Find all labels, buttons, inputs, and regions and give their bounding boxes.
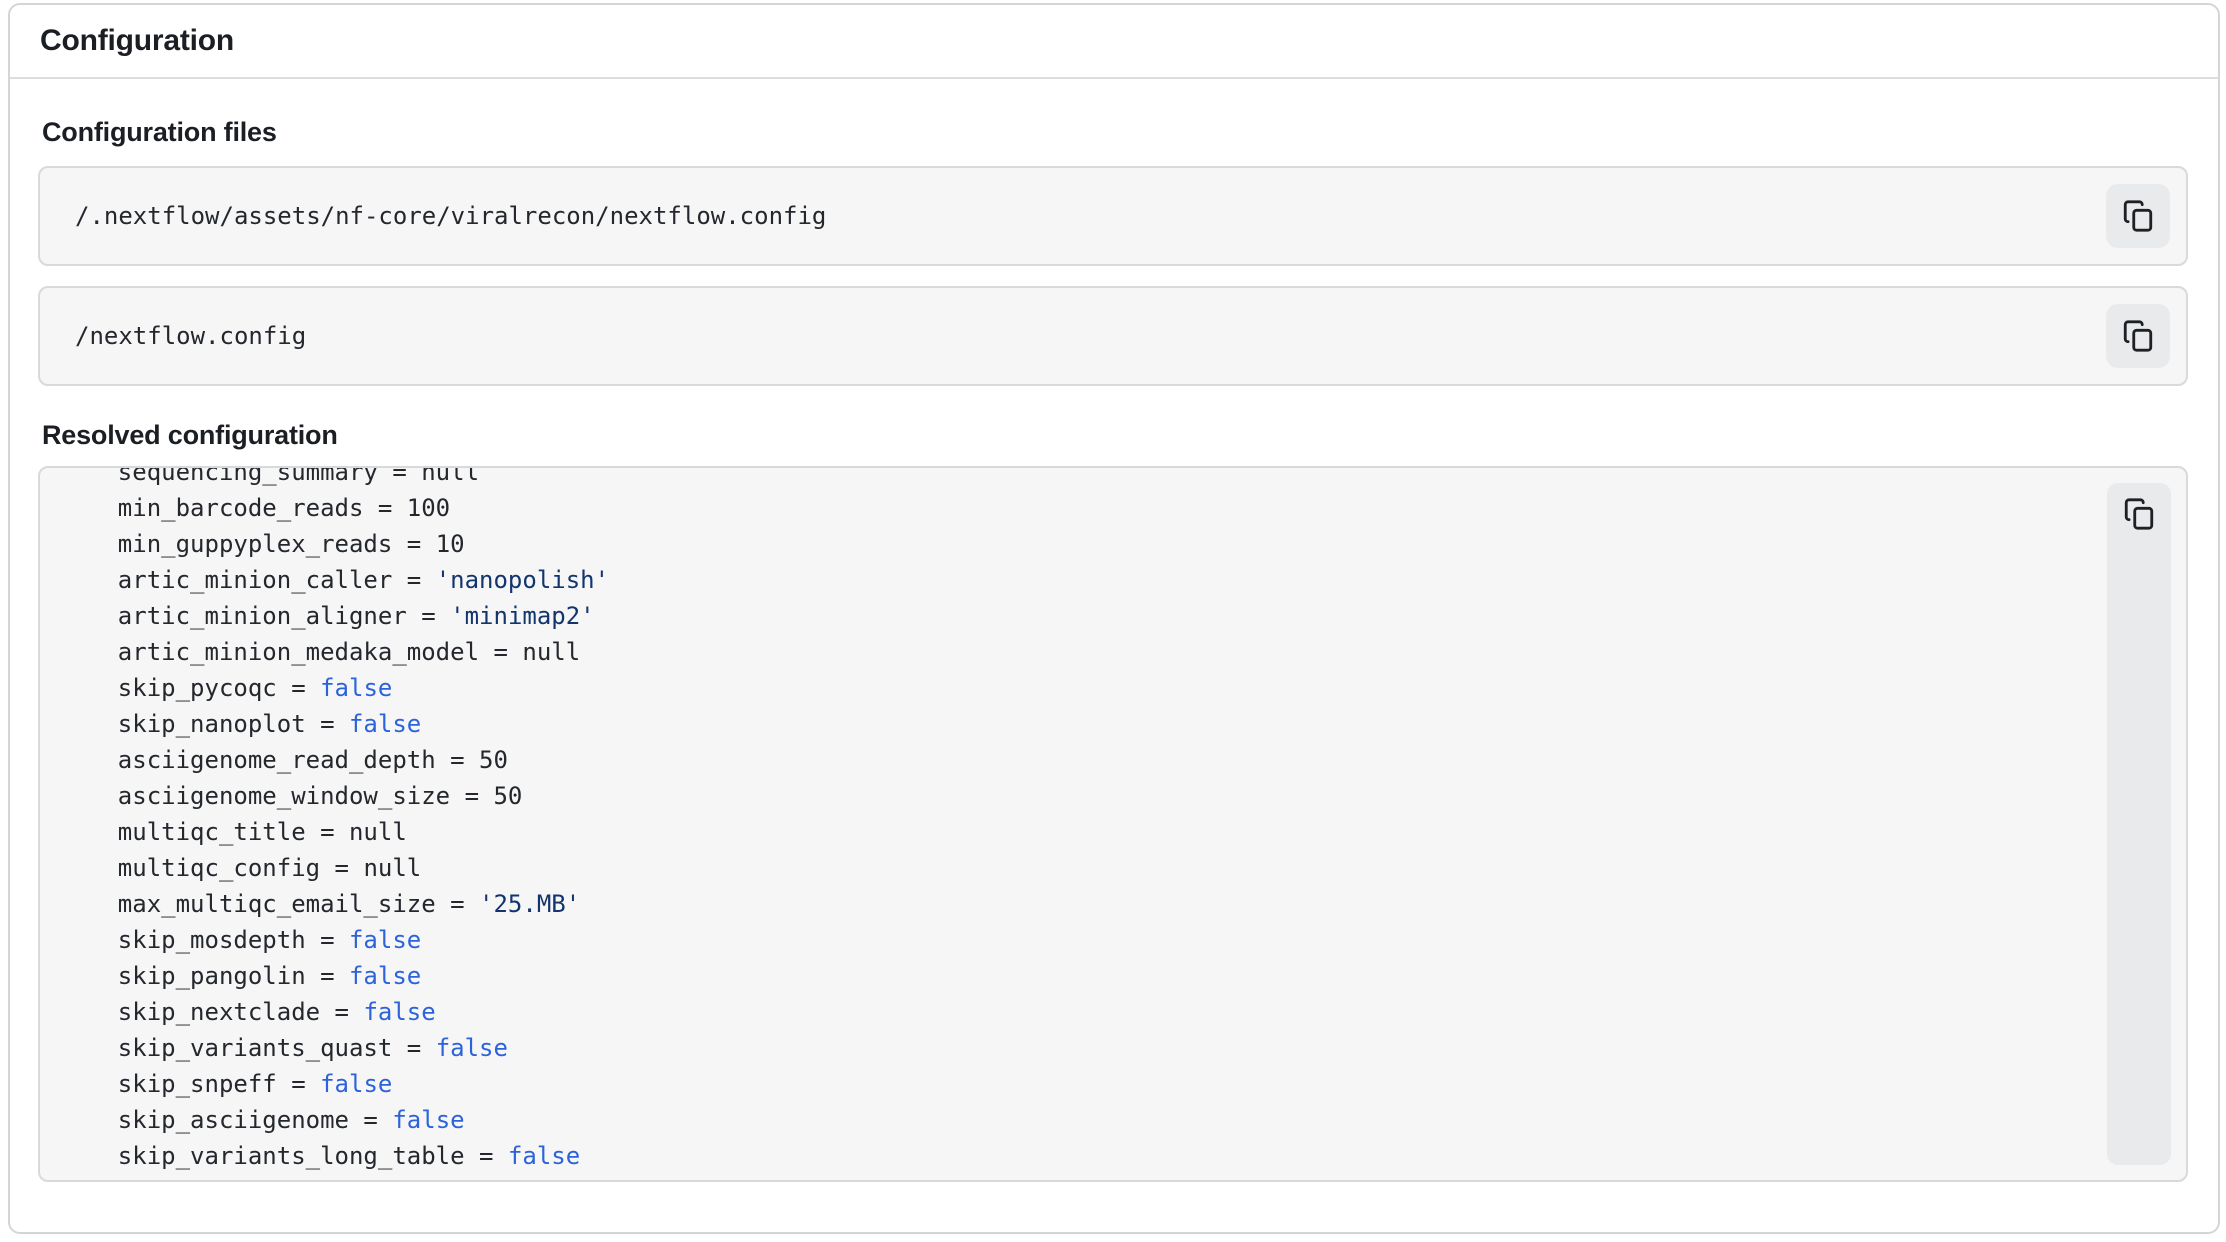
config-line: multiqc_config = null	[60, 850, 2186, 886]
copy-button-gutter	[2107, 483, 2171, 1165]
config-file-path: /.nextflow/assets/nf-core/viralrecon/nex…	[75, 202, 826, 230]
resolved-config-code: sequencing_summary = null min_barcode_re…	[40, 466, 2186, 1182]
copy-icon	[2122, 497, 2156, 531]
config-line: skip_mosdepth = false	[60, 922, 2186, 958]
config-line: skip_multiqc = false	[60, 1174, 2186, 1182]
config-line: artic_minion_aligner = 'minimap2'	[60, 598, 2186, 634]
config-line: skip_pangolin = false	[60, 958, 2186, 994]
config-line: sequencing_summary = null	[60, 466, 2186, 490]
config-file-path: /nextflow.config	[75, 322, 306, 350]
configuration-card: Configuration Configuration files /.next…	[8, 3, 2220, 1234]
resolved-config-box[interactable]: sequencing_summary = null min_barcode_re…	[38, 466, 2188, 1182]
config-line: artic_minion_medaka_model = null	[60, 634, 2186, 670]
config-line: skip_variants_long_table = false	[60, 1138, 2186, 1174]
copy-icon	[2121, 319, 2155, 353]
configuration-files-heading: Configuration files	[42, 117, 2188, 148]
config-file-box: /.nextflow/assets/nf-core/viralrecon/nex…	[38, 166, 2188, 266]
config-line: max_multiqc_email_size = '25.MB'	[60, 886, 2186, 922]
config-line: asciigenome_window_size = 50	[60, 778, 2186, 814]
config-line: min_guppyplex_reads = 10	[60, 526, 2186, 562]
resolved-configuration-heading: Resolved configuration	[42, 420, 2188, 451]
copy-button[interactable]	[2122, 497, 2156, 531]
config-line: skip_variants_quast = false	[60, 1030, 2186, 1066]
config-line: skip_pycoqc = false	[60, 670, 2186, 706]
copy-button[interactable]	[2106, 184, 2170, 248]
config-line: skip_snpeff = false	[60, 1066, 2186, 1102]
copy-icon	[2121, 199, 2155, 233]
config-line: skip_nanoplot = false	[60, 706, 2186, 742]
card-body: Configuration files /.nextflow/assets/nf…	[10, 79, 2218, 1182]
copy-button[interactable]	[2106, 304, 2170, 368]
card-header: Configuration	[10, 5, 2218, 79]
config-line: asciigenome_read_depth = 50	[60, 742, 2186, 778]
config-file-box: /nextflow.config	[38, 286, 2188, 386]
config-line: skip_asciigenome = false	[60, 1102, 2186, 1138]
config-line: multiqc_title = null	[60, 814, 2186, 850]
config-line: min_barcode_reads = 100	[60, 490, 2186, 526]
page-title: Configuration	[40, 24, 234, 58]
config-line: skip_nextclade = false	[60, 994, 2186, 1030]
config-line: artic_minion_caller = 'nanopolish'	[60, 562, 2186, 598]
